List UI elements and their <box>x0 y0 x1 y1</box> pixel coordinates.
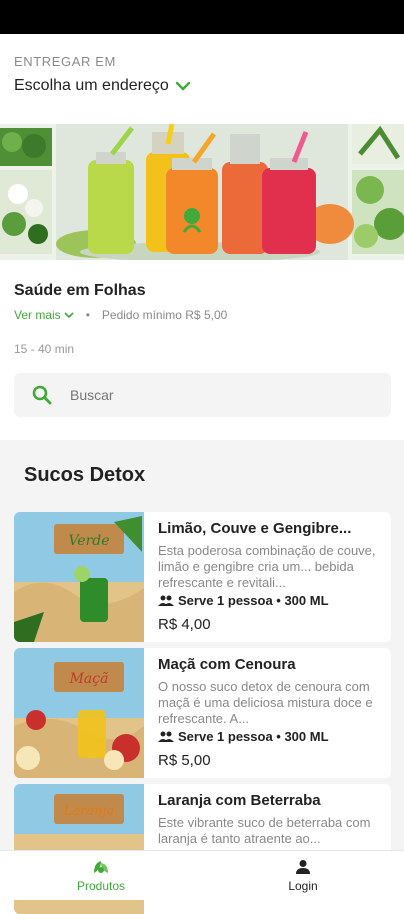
serves-text: Serve 1 pessoa • 300 ML <box>178 729 329 744</box>
serves-text: Serve 1 pessoa • 300 ML <box>178 593 329 608</box>
product-section: Sucos Detox Verde Limão, Couve e Gengibr… <box>0 440 404 914</box>
product-description: O nosso suco detox de cenoura com maçã é… <box>158 679 373 726</box>
product-title: Limão, Couve e Gengibre... <box>158 520 352 537</box>
tab-login[interactable]: Login <box>202 851 404 900</box>
people-icon <box>158 731 174 742</box>
product-serves: Serve 1 pessoa • 300 ML <box>158 729 384 744</box>
status-bar <box>0 0 404 34</box>
product-card[interactable]: Maçã Maçã com Cenoura O nosso suco detox… <box>14 648 391 778</box>
store-banner-image <box>0 124 404 260</box>
search-bar[interactable] <box>14 373 391 417</box>
delivery-address-selector[interactable]: ENTREGAR EM Escolha um endereço <box>0 34 404 122</box>
product-thumbnail: Maçã <box>14 648 144 778</box>
address-value: Escolha um endereço <box>14 77 169 94</box>
user-icon <box>296 859 310 874</box>
tab-products[interactable]: Produtos <box>0 851 202 900</box>
see-more-label: Ver mais <box>14 308 61 322</box>
product-price: R$ 5,00 <box>158 752 211 769</box>
chevron-down-icon <box>64 312 74 319</box>
search-input[interactable] <box>70 387 350 403</box>
product-description: Esta poderosa combinação de couve, limão… <box>158 543 376 590</box>
thumb-label: Laranja <box>63 804 115 819</box>
thumb-label: Verde <box>68 533 109 549</box>
store-info: Saúde em Folhas Ver mais • Pedido mínimo… <box>14 282 394 356</box>
tab-products-label: Produtos <box>76 878 126 893</box>
store-name: Saúde em Folhas <box>14 282 146 299</box>
tab-login-label: Login <box>288 878 318 893</box>
product-title: Laranja com Beterraba <box>158 792 321 809</box>
see-more-link[interactable]: Ver mais <box>14 308 74 322</box>
chevron-down-icon <box>175 81 190 91</box>
people-icon <box>158 595 174 606</box>
search-icon <box>32 385 52 405</box>
product-card[interactable]: Verde Limão, Couve e Gengibre... Esta po… <box>14 512 391 642</box>
product-price: R$ 4,00 <box>158 616 211 633</box>
section-title: Sucos Detox <box>24 464 146 486</box>
product-serves: Serve 1 pessoa • 300 ML <box>158 593 384 608</box>
bottom-tab-bar: Produtos Login <box>0 850 404 900</box>
leaves-icon <box>94 860 108 873</box>
separator-dot: • <box>85 308 90 322</box>
delivery-time: 15 - 40 min <box>14 342 75 356</box>
min-order-text: Pedido mínimo R$ 5,00 <box>101 308 228 322</box>
thumb-label: Maçã <box>69 671 109 687</box>
product-title: Maçã com Cenoura <box>158 656 296 673</box>
product-thumbnail: Verde <box>14 512 144 642</box>
delivery-label: ENTREGAR EM <box>14 54 116 69</box>
address-select[interactable]: Escolha um endereço <box>14 77 390 95</box>
